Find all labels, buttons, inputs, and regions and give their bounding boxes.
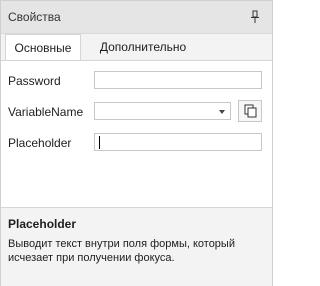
password-input[interactable] [94,71,262,89]
properties-panel: Свойства Основные Дополнительно Password… [0,0,273,286]
tab-advanced[interactable]: Дополнительно [87,34,199,60]
help-title: Placeholder [8,217,77,231]
panel-title: Свойства [8,10,61,24]
help-box: Placeholder Выводит текст внутри поля фо… [1,207,272,286]
copy-button[interactable] [238,100,262,122]
placeholder-label: Placeholder [8,136,72,150]
chevron-down-icon [219,110,225,114]
variable-name-label: VariableName [8,105,84,119]
placeholder-input[interactable] [94,133,262,151]
properties-content: Password VariableName Placeholder [1,60,272,207]
text-caret [99,136,100,149]
panel-titlebar: Свойства [1,1,272,34]
tab-strip: Основные Дополнительно [1,34,272,61]
password-label: Password [8,74,61,88]
tab-basic[interactable]: Основные [5,34,81,61]
pin-icon[interactable] [249,10,261,24]
variable-name-select[interactable] [94,102,231,120]
help-text: Выводит текст внутри поля формы, который… [8,238,235,264]
copy-icon [244,104,257,118]
